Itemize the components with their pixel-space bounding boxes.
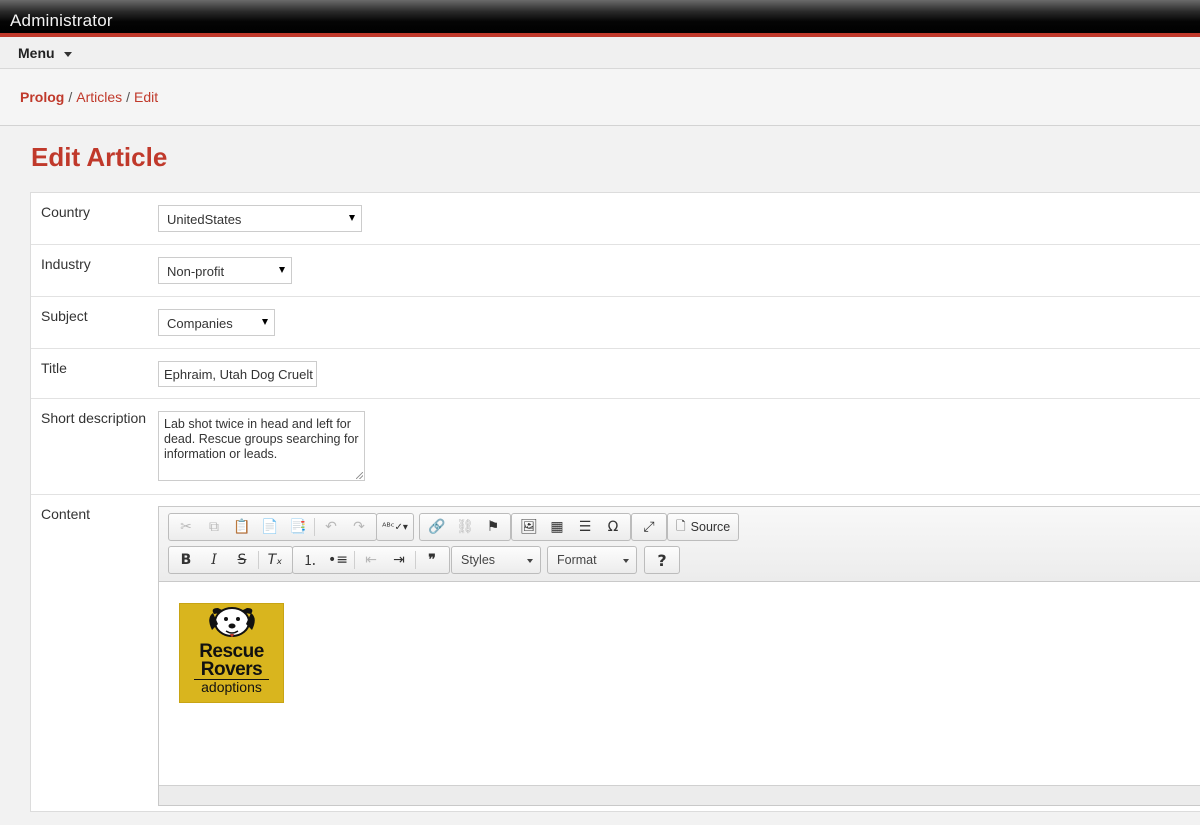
- help-group: ?: [644, 546, 680, 574]
- styles-dropdown[interactable]: Styles: [451, 546, 541, 574]
- dropdown-arrow-icon: [527, 559, 533, 563]
- short-description-textarea[interactable]: Lab shot twice in head and left for dead…: [158, 411, 365, 481]
- special-char-icon[interactable]: Ω: [599, 515, 627, 539]
- blockquote-icon[interactable]: ❞: [418, 548, 446, 572]
- table-icon[interactable]: ▦: [543, 515, 571, 539]
- toolbar-separator: [314, 518, 315, 536]
- copy-icon[interactable]: ⧉: [200, 515, 228, 539]
- styles-label: Styles: [461, 553, 496, 567]
- insert-group: 🖼 ▦ ☰ Ω: [511, 513, 631, 541]
- rescue-rovers-logo-image[interactable]: Rescue Rovers adoptions: [179, 603, 284, 703]
- content-label: Content: [41, 506, 91, 522]
- help-icon[interactable]: ?: [648, 548, 676, 572]
- editor-content-area[interactable]: Rescue Rovers adoptions: [159, 583, 1200, 805]
- toolbar-separator: [354, 551, 355, 569]
- outdent-icon[interactable]: ⇤: [357, 548, 385, 572]
- breadcrumb-articles-link[interactable]: Articles: [76, 89, 122, 105]
- rich-text-editor: ✂ ⧉ 📋 📄 📑 ↶ ↷ ᴬᴮᶜ✓▾ 🔗 ⛓ ⚑ 🖼 ▦ ☰ Ω ⤢ 🗋 So…: [158, 506, 1200, 806]
- subject-value: Companies: [167, 316, 233, 331]
- link-group: 🔗 ⛓ ⚑: [419, 513, 511, 541]
- breadcrumb-separator: /: [126, 89, 131, 105]
- cut-icon[interactable]: ✂: [172, 515, 200, 539]
- bold-icon[interactable]: B: [172, 548, 200, 572]
- menu-dropdown-button[interactable]: Menu: [18, 45, 72, 61]
- subject-select[interactable]: Companies: [158, 309, 275, 336]
- caret-down-icon: [63, 51, 72, 57]
- paragraph-group: ⒈ •≡ ⇤ ⇥ ❞: [292, 546, 450, 574]
- image-icon[interactable]: 🖼: [515, 515, 543, 539]
- paste-text-icon[interactable]: 📄: [256, 515, 284, 539]
- breadcrumb-current[interactable]: Edit: [134, 89, 158, 105]
- unlink-icon[interactable]: ⛓: [451, 515, 479, 539]
- toolbar-separator: [415, 551, 416, 569]
- source-icon: 🗋: [676, 518, 686, 533]
- dropdown-arrow-icon: [623, 559, 629, 563]
- dropdown-arrow-icon: [349, 215, 355, 221]
- short-description-value: Lab shot twice in head and left for dead…: [164, 417, 359, 461]
- remove-format-icon[interactable]: Tₓ: [261, 548, 289, 572]
- page-title: Edit Article: [31, 142, 168, 172]
- clipboard-group: ✂ ⧉ 📋 📄 📑 ↶ ↷: [168, 513, 377, 541]
- content-row: Content ✂ ⧉ 📋 📄 📑 ↶ ↷ ᴬᴮᶜ✓▾ 🔗 ⛓ ⚑ 🖼 ▦ ☰ …: [31, 495, 1200, 825]
- breadcrumb-separator: /: [68, 89, 73, 105]
- industry-label: Industry: [41, 256, 91, 272]
- dropdown-arrow-icon: [279, 267, 285, 273]
- format-label: Format: [557, 553, 597, 567]
- top-bar: Administrator: [0, 0, 1200, 37]
- breadcrumb-root-link[interactable]: Prolog: [20, 89, 64, 105]
- dog-face-icon: [209, 607, 255, 637]
- short-description-row: Short description Lab shot twice in head…: [31, 399, 1200, 495]
- menu-label: Menu: [18, 45, 55, 61]
- format-dropdown[interactable]: Format: [547, 546, 637, 574]
- short-description-label: Short description: [41, 410, 147, 426]
- app-title: Administrator: [10, 11, 113, 30]
- paste-icon[interactable]: 📋: [228, 515, 256, 539]
- logo-text-line2: Rovers: [200, 659, 263, 680]
- maximize-icon[interactable]: ⤢: [635, 515, 663, 539]
- subject-row: Subject Companies: [31, 297, 1200, 349]
- horizontal-line-icon[interactable]: ☰: [571, 515, 599, 539]
- maximize-group: ⤢: [631, 513, 667, 541]
- country-row: Country UnitedStates: [31, 193, 1200, 245]
- industry-select[interactable]: Non-profit: [158, 257, 292, 284]
- spellcheck-group: ᴬᴮᶜ✓▾: [376, 513, 414, 541]
- strike-icon[interactable]: S: [228, 548, 256, 572]
- resize-handle-icon[interactable]: [356, 472, 363, 479]
- bullet-list-icon[interactable]: •≡: [324, 548, 352, 572]
- title-label: Title: [41, 360, 67, 376]
- country-select[interactable]: UnitedStates: [158, 205, 362, 232]
- dropdown-arrow-icon: [262, 319, 268, 325]
- paste-word-icon[interactable]: 📑: [284, 515, 312, 539]
- article-form: Country UnitedStates Industry Non-profit…: [30, 192, 1200, 812]
- source-button[interactable]: 🗋 Source: [667, 513, 740, 541]
- source-label: Source: [690, 520, 731, 534]
- italic-icon[interactable]: I: [200, 548, 228, 572]
- subject-label: Subject: [41, 308, 88, 324]
- menu-bar: Menu: [0, 37, 1200, 69]
- numbered-list-icon[interactable]: ⒈: [296, 548, 324, 572]
- undo-icon[interactable]: ↶: [317, 515, 345, 539]
- editor-toolbar: ✂ ⧉ 📋 📄 📑 ↶ ↷ ᴬᴮᶜ✓▾ 🔗 ⛓ ⚑ 🖼 ▦ ☰ Ω ⤢ 🗋 So…: [159, 507, 1200, 582]
- industry-row: Industry Non-profit: [31, 245, 1200, 297]
- industry-value: Non-profit: [167, 264, 225, 279]
- breadcrumb: Prolog / Articles / Edit: [0, 69, 1200, 126]
- anchor-icon[interactable]: ⚑: [479, 515, 507, 539]
- toolbar-separator: [258, 551, 259, 569]
- logo-text-line3: adoptions: [201, 679, 262, 695]
- spellcheck-icon[interactable]: ᴬᴮᶜ✓▾: [380, 515, 410, 539]
- country-value: UnitedStates: [167, 212, 242, 227]
- redo-icon[interactable]: ↷: [345, 515, 373, 539]
- editor-status-bar: [159, 785, 1200, 805]
- title-input[interactable]: Ephraim, Utah Dog Cruelt: [158, 361, 317, 387]
- title-row: Title Ephraim, Utah Dog Cruelt: [31, 349, 1200, 399]
- link-icon[interactable]: 🔗: [423, 515, 451, 539]
- indent-icon[interactable]: ⇥: [385, 548, 413, 572]
- country-label: Country: [41, 204, 91, 220]
- basic-styles-group: B I S Tₓ: [168, 546, 293, 574]
